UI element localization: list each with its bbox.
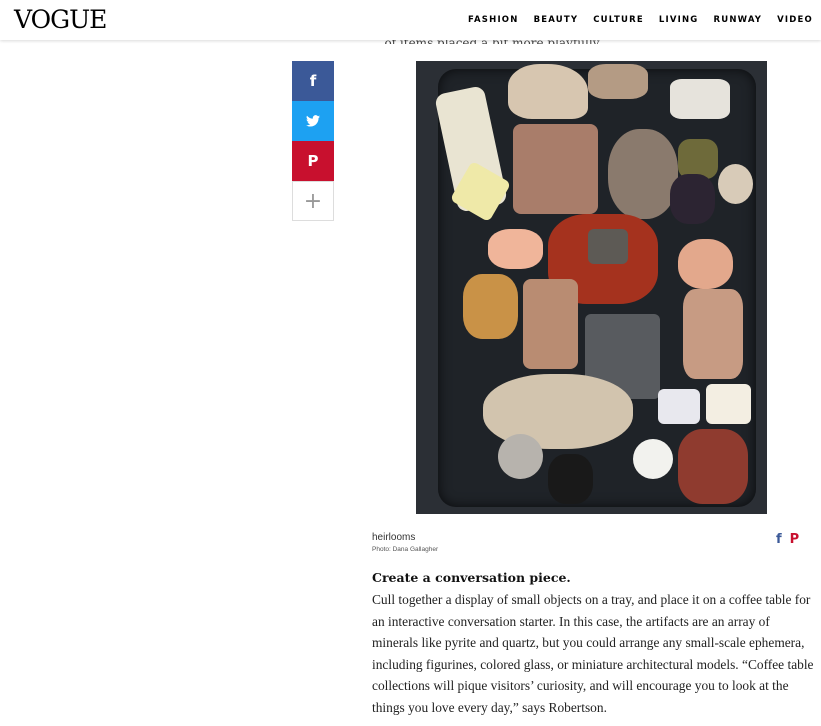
plus-icon: +	[303, 188, 323, 214]
nav-runway[interactable]: RUNWAY	[713, 15, 762, 25]
rock	[483, 374, 633, 449]
main-nav: FASHION BEAUTY CULTURE LIVING RUNWAY VID…	[453, 15, 813, 25]
twitter-icon	[306, 115, 320, 127]
rock	[608, 129, 678, 219]
rock	[588, 64, 648, 99]
rock	[670, 79, 730, 119]
article-paragraph: Cull together a display of small objects…	[372, 592, 814, 715]
rock	[678, 139, 718, 179]
share-rail: f P +	[292, 61, 334, 221]
rock	[718, 164, 753, 204]
rock	[670, 174, 715, 224]
nav-living[interactable]: LIVING	[659, 15, 699, 25]
nav-culture[interactable]: CULTURE	[593, 15, 644, 25]
vogue-logo[interactable]: VOGUE	[14, 6, 107, 34]
rock	[548, 454, 593, 504]
pinterest-icon: P	[307, 152, 319, 170]
facebook-share-button[interactable]: f	[292, 61, 334, 101]
rock	[488, 229, 543, 269]
facebook-icon: f	[309, 72, 317, 90]
site-header: VOGUE FASHION BEAUTY CULTURE LIVING RUNW…	[0, 0, 821, 40]
facebook-icon[interactable]: f	[776, 532, 782, 547]
rock	[463, 274, 518, 339]
pinterest-icon[interactable]: P	[790, 532, 800, 547]
photo-credit: Photo: Dana Gallagher	[372, 546, 439, 553]
rock	[683, 289, 743, 379]
nav-video[interactable]: VIDEO	[777, 15, 813, 25]
twitter-share-button[interactable]	[292, 101, 334, 141]
rock	[678, 239, 733, 289]
rock	[658, 389, 700, 424]
rock	[523, 279, 578, 369]
rock	[498, 434, 543, 479]
minerals-tray-photo	[416, 61, 767, 514]
nav-beauty[interactable]: BEAUTY	[534, 15, 579, 25]
rock	[513, 124, 598, 214]
rock	[706, 384, 751, 424]
rock	[678, 429, 748, 504]
pinterest-share-button[interactable]: P	[292, 141, 334, 181]
section-heading: Create a conversation piece.	[372, 570, 571, 585]
rock	[588, 229, 628, 264]
photo-caption-title: heirlooms	[372, 532, 416, 543]
tray-illustration	[434, 64, 756, 507]
more-share-button[interactable]: +	[292, 181, 334, 221]
nav-fashion[interactable]: FASHION	[468, 15, 519, 25]
rock	[508, 64, 588, 119]
rock	[633, 439, 673, 479]
caption-share-icons: f P	[776, 532, 799, 547]
